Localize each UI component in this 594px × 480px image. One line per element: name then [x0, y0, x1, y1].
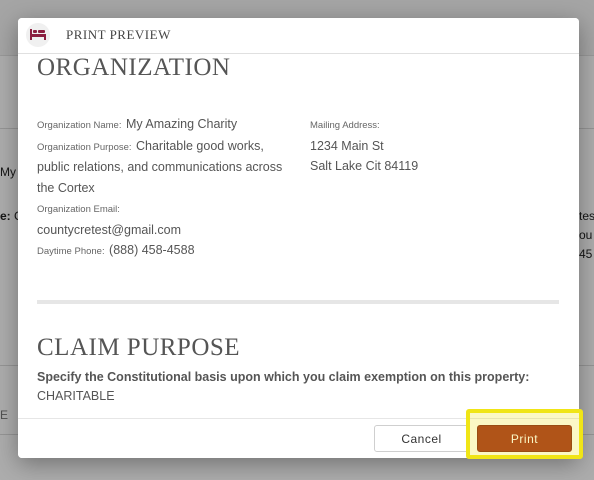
print-button-highlight	[466, 409, 583, 459]
mailing-address-line2: Salt Lake Cit 84119	[310, 159, 419, 173]
organization-heading: ORGANIZATION	[37, 54, 231, 81]
mailing-address-label: Mailing Address:	[310, 120, 380, 131]
dialog-title: PRINT PREVIEW	[66, 27, 171, 42]
organization-details: Organization Name: My Amazing Charity Or…	[37, 114, 297, 262]
claim-purpose-heading: CLAIM PURPOSE	[37, 334, 241, 361]
org-phone-value: (888) 458-4588	[109, 243, 195, 257]
org-phone-label: Daytime Phone:	[37, 246, 105, 257]
mailing-address-line1: 1234 Main St	[310, 138, 384, 153]
dialog-header: PRINT PREVIEW	[18, 18, 579, 54]
cancel-button[interactable]: Cancel	[374, 425, 469, 452]
claim-question: Specify the Constitutional basis upon wh…	[37, 370, 530, 384]
print-preview-dialog: PRINT PREVIEW ORGANIZATION Organization …	[18, 18, 579, 458]
claim-answer: CHARITABLE	[37, 389, 115, 403]
org-email-value: countycretest@gmail.com	[37, 222, 181, 237]
header-icon-badge	[26, 23, 50, 47]
org-email-label: Organization Email:	[37, 204, 120, 215]
section-divider	[37, 300, 559, 304]
org-purpose-label: Organization Purpose:	[37, 141, 132, 153]
org-name-value: My Amazing Charity	[125, 117, 238, 131]
org-name-label: Organization Name:	[37, 120, 122, 131]
mailing-address-block: Mailing Address: 1234 Main St Salt Lake …	[310, 114, 530, 177]
preview-content[interactable]: ORGANIZATION Organization Name: My Amazi…	[18, 54, 579, 418]
claim-purpose-text: Specify the Constitutional basis upon wh…	[37, 368, 537, 406]
